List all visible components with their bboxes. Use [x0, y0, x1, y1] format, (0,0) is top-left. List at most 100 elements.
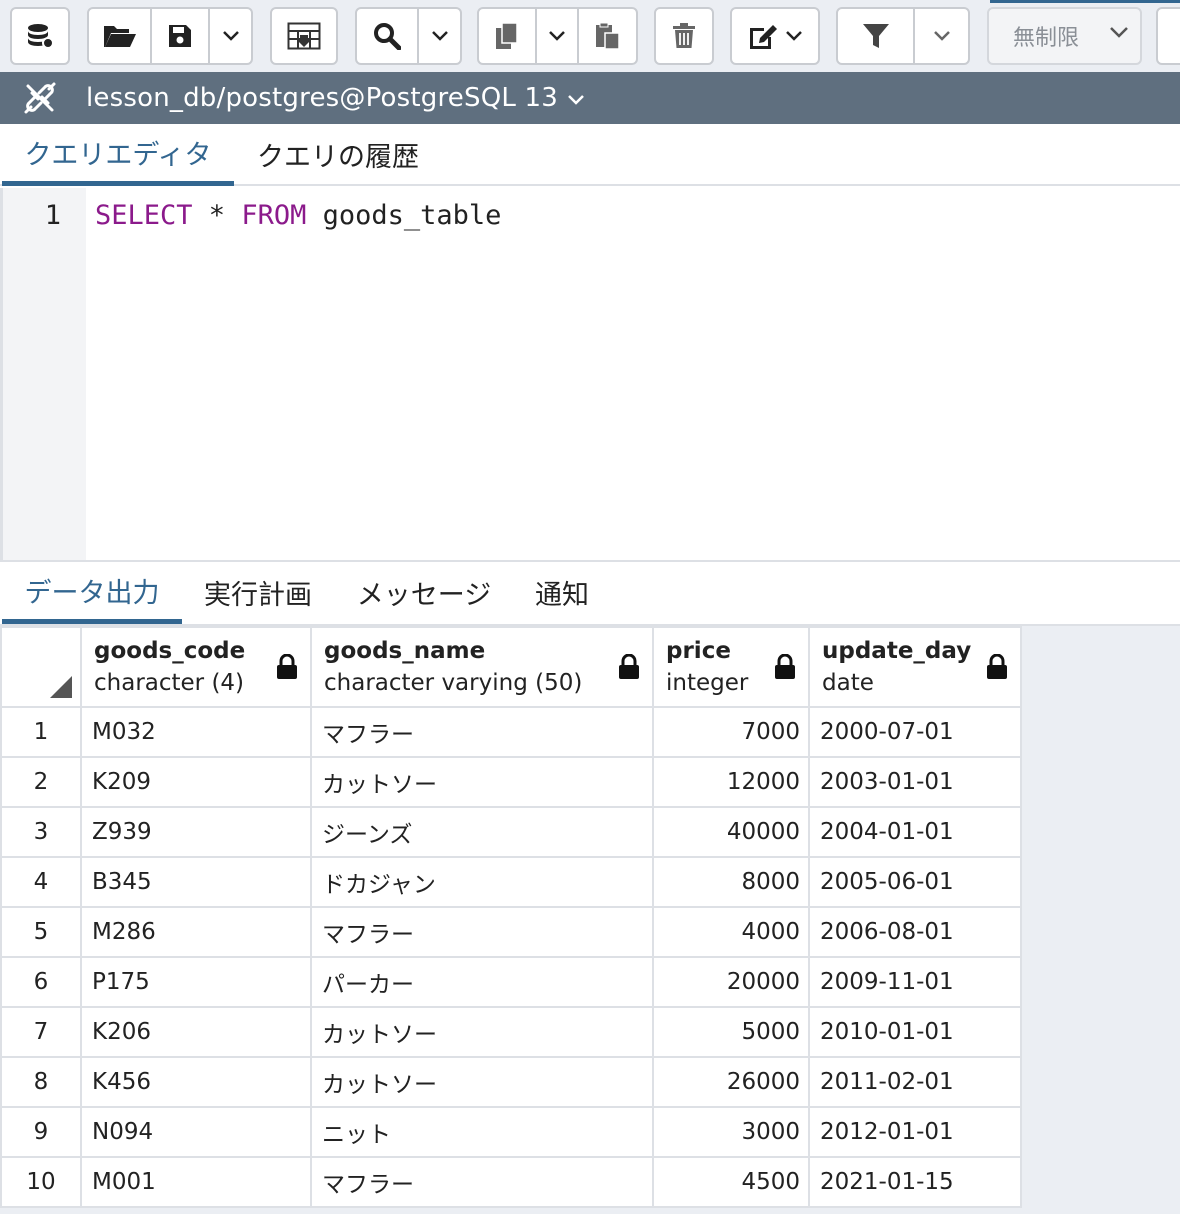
cell-goods-name[interactable]: ニット — [310, 1106, 654, 1158]
cell-update-day[interactable]: 2010-01-01 — [808, 1006, 1022, 1058]
chevron-down-icon[interactable] — [568, 95, 584, 105]
row-number[interactable]: 2 — [0, 756, 82, 808]
chevron-down-icon — [549, 31, 565, 41]
table-row[interactable]: 8 K456 カットソー 26000 2011-02-01 — [0, 1056, 1022, 1108]
toolbar-overflow-button[interactable] — [1156, 7, 1180, 65]
sql-editor[interactable]: 1 SELECT * FROM goods_table — [0, 188, 1180, 562]
row-number[interactable]: 3 — [0, 806, 82, 858]
cell-update-day[interactable]: 2021-01-15 — [808, 1156, 1022, 1208]
cell-update-day[interactable]: 2009-11-01 — [808, 956, 1022, 1008]
cell-price[interactable]: 4000 — [652, 906, 810, 958]
column-header-update-day[interactable]: update_day date — [808, 626, 1022, 708]
cell-goods-name[interactable]: カットソー — [310, 756, 654, 808]
table-row[interactable]: 2 K209 カットソー 12000 2003-01-01 — [0, 756, 1022, 808]
filter-button[interactable] — [838, 9, 915, 63]
chevron-down-icon — [431, 31, 448, 41]
cell-price[interactable]: 5000 — [652, 1006, 810, 1058]
download-results-button[interactable] — [272, 9, 336, 63]
save-icon — [169, 25, 191, 47]
cell-goods-code[interactable]: K206 — [80, 1006, 312, 1058]
cell-goods-code[interactable]: M286 — [80, 906, 312, 958]
cell-goods-code[interactable]: P175 — [80, 956, 312, 1008]
row-number[interactable]: 4 — [0, 856, 82, 908]
table-row[interactable]: 10 M001 マフラー 4500 2021-01-15 — [0, 1156, 1022, 1208]
paste-button[interactable] — [579, 9, 636, 63]
filter-options-dropdown[interactable] — [915, 9, 968, 63]
column-header-goods-code[interactable]: goods_code character (4) — [80, 626, 312, 708]
cell-goods-code[interactable]: M032 — [80, 706, 312, 758]
cell-update-day[interactable]: 2004-01-01 — [808, 806, 1022, 858]
cell-goods-name[interactable]: マフラー — [310, 1156, 654, 1208]
cell-update-day[interactable]: 2006-08-01 — [808, 906, 1022, 958]
database-button[interactable] — [12, 9, 68, 63]
find-options-dropdown[interactable] — [419, 9, 460, 63]
delete-button[interactable] — [656, 9, 712, 63]
cell-goods-code[interactable]: N094 — [80, 1106, 312, 1158]
cell-price[interactable]: 20000 — [652, 956, 810, 1008]
cell-goods-name[interactable]: ドカジャン — [310, 856, 654, 908]
cell-goods-name[interactable]: パーカー — [310, 956, 654, 1008]
cell-update-day[interactable]: 2011-02-01 — [808, 1056, 1022, 1108]
cell-update-day[interactable]: 2003-01-01 — [808, 756, 1022, 808]
tab-query-history[interactable]: クエリの履歴 — [238, 124, 438, 184]
table-row[interactable]: 6 P175 パーカー 20000 2009-11-01 — [0, 956, 1022, 1008]
column-header-goods-name[interactable]: goods_name character varying (50) — [310, 626, 654, 708]
cell-goods-name[interactable]: ジーンズ — [310, 806, 654, 858]
cell-goods-code[interactable]: K209 — [80, 756, 312, 808]
table-row[interactable]: 9 N094 ニット 3000 2012-01-01 — [0, 1106, 1022, 1158]
cell-price[interactable]: 40000 — [652, 806, 810, 858]
cell-goods-code[interactable]: Z939 — [80, 806, 312, 858]
tab-data-output[interactable]: データ出力 — [2, 562, 182, 624]
tab-notifications[interactable]: 通知 — [522, 562, 602, 622]
row-limit-value: 無制限 — [1013, 26, 1080, 51]
row-number[interactable]: 5 — [0, 906, 82, 958]
cell-goods-name[interactable]: マフラー — [310, 706, 654, 758]
table-row[interactable]: 1 M032 マフラー 7000 2000-07-01 — [0, 706, 1022, 758]
tab-query-editor[interactable]: クエリエディタ — [2, 124, 234, 186]
cell-goods-code[interactable]: K456 — [80, 1056, 312, 1108]
copy-options-dropdown[interactable] — [537, 9, 579, 63]
table-row[interactable]: 3 Z939 ジーンズ 40000 2004-01-01 — [0, 806, 1022, 858]
cell-goods-name[interactable]: カットソー — [310, 1056, 654, 1108]
column-type: character varying (50) — [324, 670, 583, 696]
connection-status-icon[interactable] — [0, 80, 80, 116]
row-number[interactable]: 9 — [0, 1106, 82, 1158]
open-file-button[interactable] — [89, 9, 152, 63]
cell-update-day[interactable]: 2012-01-01 — [808, 1106, 1022, 1158]
cell-price[interactable]: 12000 — [652, 756, 810, 808]
cell-price[interactable]: 3000 — [652, 1106, 810, 1158]
find-button[interactable] — [357, 9, 419, 63]
column-name: goods_name — [324, 638, 486, 664]
connection-label[interactable]: lesson_db/postgres@PostgreSQL 13 — [86, 83, 558, 113]
table-row[interactable]: 7 K206 カットソー 5000 2010-01-01 — [0, 1006, 1022, 1058]
row-number[interactable]: 6 — [0, 956, 82, 1008]
sql-code-line[interactable]: SELECT * FROM goods_table — [95, 200, 501, 231]
column-header-price[interactable]: price integer — [652, 626, 810, 708]
cell-goods-name[interactable]: マフラー — [310, 906, 654, 958]
edit-menu-button[interactable] — [732, 9, 818, 63]
toolbar-group-search — [355, 7, 462, 65]
row-number[interactable]: 7 — [0, 1006, 82, 1058]
row-number[interactable]: 1 — [0, 706, 82, 758]
tab-explain[interactable]: 実行計画 — [190, 562, 326, 622]
cell-goods-name[interactable]: カットソー — [310, 1006, 654, 1058]
table-row[interactable]: 4 B345 ドカジャン 8000 2005-06-01 — [0, 856, 1022, 908]
copy-button[interactable] — [479, 9, 537, 63]
cell-update-day[interactable]: 2000-07-01 — [808, 706, 1022, 758]
cell-price[interactable]: 26000 — [652, 1056, 810, 1108]
save-options-dropdown[interactable] — [210, 9, 251, 63]
cell-goods-code[interactable]: M001 — [80, 1156, 312, 1208]
cell-goods-code[interactable]: B345 — [80, 856, 312, 908]
cell-price[interactable]: 7000 — [652, 706, 810, 758]
row-number[interactable]: 8 — [0, 1056, 82, 1108]
lock-icon — [987, 654, 1007, 679]
row-number[interactable]: 10 — [0, 1156, 82, 1208]
cell-price[interactable]: 8000 — [652, 856, 810, 908]
cell-update-day[interactable]: 2005-06-01 — [808, 856, 1022, 908]
cell-price[interactable]: 4500 — [652, 1156, 810, 1208]
table-row[interactable]: 5 M286 マフラー 4000 2006-08-01 — [0, 906, 1022, 958]
row-limit-select[interactable]: 無制限 — [987, 7, 1142, 65]
tab-messages[interactable]: メッセージ — [346, 562, 502, 622]
save-file-button[interactable] — [152, 9, 210, 63]
select-all-cell[interactable] — [0, 626, 82, 708]
